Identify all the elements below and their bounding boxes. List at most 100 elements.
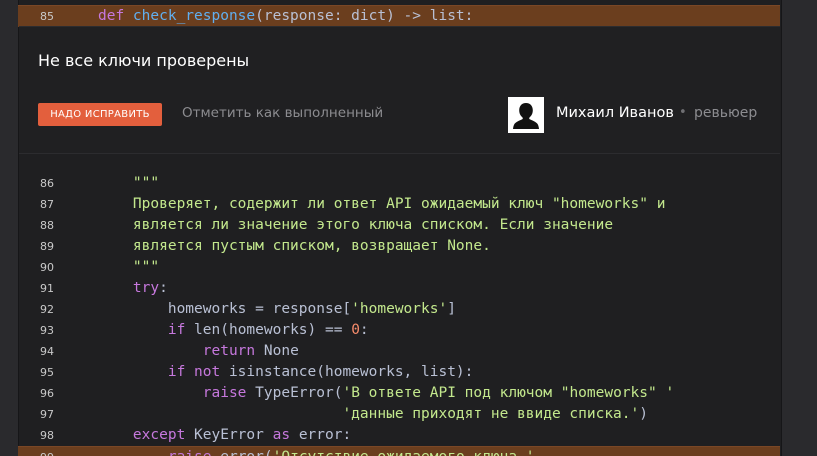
code-line: 96 raise TypeError('В ответе API под клю… (18, 383, 780, 404)
code-text: Проверяет, содержит ли ответ API ожидаем… (98, 194, 666, 215)
code-line: 90 """ (18, 257, 780, 278)
code-line: 98 except KeyError as error: (18, 425, 780, 446)
code-token: check_response (132, 8, 256, 24)
code-token: except (132, 427, 195, 443)
code-text: try: (98, 278, 168, 299)
reviewer-separator: • (679, 105, 687, 120)
code-text: homeworks = response['homeworks'] (98, 299, 456, 320)
comment-title: Не все ключи проверены (38, 51, 250, 70)
code-line: 99 raise error('Отсутствие ожидаемого кл… (18, 446, 780, 456)
code-token: 'данные приходят не ввиде списка.' (342, 406, 640, 422)
code-token: return (202, 343, 264, 359)
code-token: """ (132, 175, 160, 191)
line-number: 92 (40, 303, 54, 316)
code-line: 89 является пустым списком, возвращает N… (18, 236, 780, 257)
code-text: """ (98, 173, 159, 194)
code-line: 85 def check_response(response: dict) -> … (18, 5, 780, 27)
code-token: isinstance(homeworks, list): (228, 364, 474, 380)
needs-fix-button[interactable]: НАДО ИСПРАВИТЬ (38, 103, 162, 126)
code-text: except KeyError as error: (98, 425, 351, 446)
mark-resolved-link[interactable]: Отметить как выполненный (182, 105, 383, 121)
line-number: 87 (40, 198, 54, 211)
code-token: ) (639, 406, 648, 422)
code-token: as (272, 427, 299, 443)
line-number: 86 (40, 177, 54, 190)
review-comment: Не все ключи проверены НАДО ИСПРАВИТЬ От… (19, 26, 780, 154)
code-token: len(homeworks) == (194, 322, 352, 338)
user-silhouette-icon (508, 97, 544, 133)
code-token: """ (132, 259, 160, 275)
code-text: raise TypeError('В ответе API под ключом… (98, 383, 674, 404)
code-token: KeyError (194, 427, 273, 443)
code-token: raise (202, 385, 256, 401)
code-token: TypeError( (255, 385, 343, 401)
code-token: 'В ответе API под ключом "homeworks" ' (342, 385, 675, 401)
code-token: является ли значение этого ключа списком… (132, 217, 614, 233)
line-number: 89 (40, 240, 54, 253)
code-line: 94 return None (18, 341, 780, 362)
code-line: 97 'данные приходят не ввиде списка.') (18, 404, 780, 425)
code-token: 'homeworks' (351, 301, 448, 317)
line-number: 97 (40, 408, 54, 421)
code-token: try (132, 280, 160, 296)
code-line: 86 """ (18, 173, 780, 194)
reviewer-name: Михаил Иванов (556, 105, 674, 121)
line-number: 88 (40, 219, 54, 232)
code-token: None (263, 343, 299, 359)
line-number: 98 (40, 429, 54, 442)
code-text: if not isinstance(homeworks, list): (98, 362, 474, 383)
code-token: Проверяет, содержит ли ответ API ожидаем… (132, 196, 666, 212)
line-number: 85 (40, 10, 54, 23)
code-token: def (98, 8, 133, 24)
reviewer-avatar (508, 97, 544, 133)
line-number: 90 (40, 261, 54, 274)
code-token: homeworks = response[ (98, 301, 352, 317)
line-number: 94 (40, 345, 54, 358)
code-token: является пустым списком, возвращает None… (132, 238, 491, 254)
code-text: является пустым списком, возвращает None… (98, 236, 491, 257)
code-text: является ли значение этого ключа списком… (98, 215, 613, 236)
code-line: 87 Проверяет, содержит ли ответ API ожид… (18, 194, 780, 215)
code-line: 88 является ли значение этого ключа спис… (18, 215, 780, 236)
code-token: if (167, 322, 195, 338)
code-line: 92 homeworks = response['homeworks'] (18, 299, 780, 320)
code-token: 'Отсутствие ожидаемого ключа ' (273, 449, 535, 456)
line-number: 93 (40, 324, 54, 337)
line-number: 91 (40, 282, 54, 295)
code-token: if not (167, 364, 229, 380)
code-token: : (159, 280, 168, 296)
code-line: 93 if len(homeworks) == 0: (18, 320, 780, 341)
line-number: 99 (18, 447, 76, 456)
code-token: 0 (351, 322, 360, 338)
code-line: 91 try: (18, 278, 780, 299)
code-token: raise (168, 449, 220, 456)
code-text: def check_response(response: dict) -> li… (98, 6, 473, 27)
code-token: (response: dict) -> list: (255, 8, 474, 24)
code-token: : (359, 322, 369, 338)
line-number: 95 (40, 366, 54, 379)
reviewer-role: ревьюер (694, 105, 758, 121)
code-line: 95 if not isinstance(homeworks, list): (18, 362, 780, 383)
code-text: if len(homeworks) == 0: (98, 320, 369, 341)
code-token: error( (220, 449, 272, 456)
code-token: ] (447, 301, 456, 317)
code-text: 'данные приходят не ввиде списка.') (98, 404, 648, 425)
code-text: return None (98, 341, 299, 362)
code-review-page: 85 def check_response(response: dict) -> … (0, 0, 817, 456)
code-text: raise error('Отсутствие ожидаемого ключа… (98, 447, 535, 456)
code-text: """ (98, 257, 159, 278)
code-token: error: (298, 427, 352, 443)
